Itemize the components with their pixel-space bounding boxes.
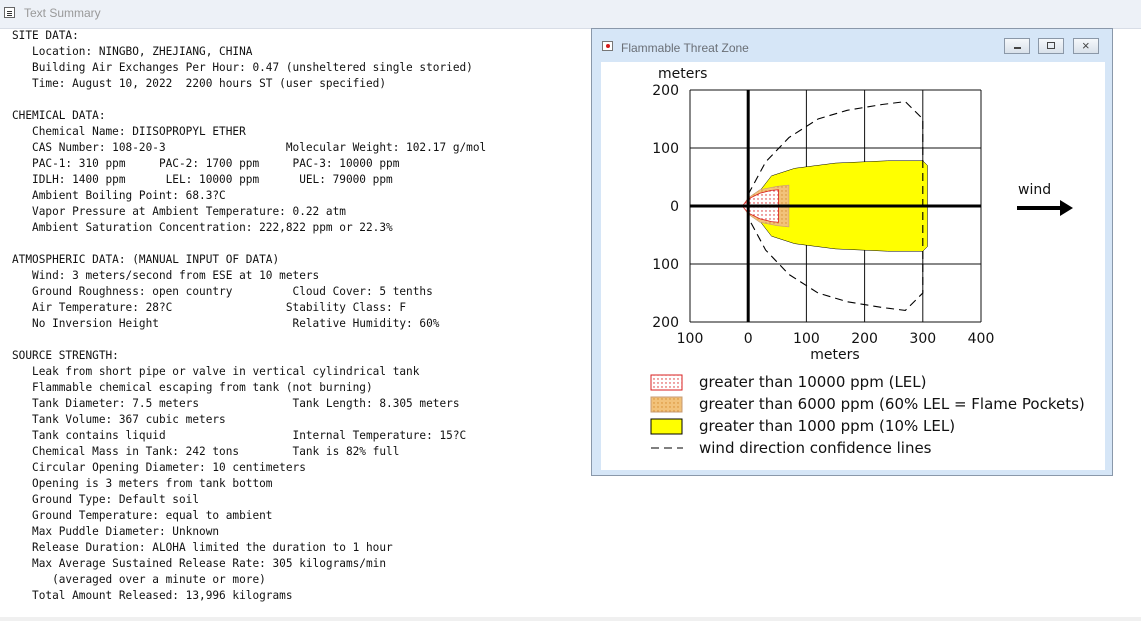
summary-line: PAC-1: 310 ppm PAC-2: 1700 ppm PAC-3: 10… xyxy=(12,157,400,170)
summary-line: Air Temperature: 28?C Stability Class: F xyxy=(12,301,407,314)
wind-label: wind xyxy=(1018,182,1051,198)
minimize-button[interactable] xyxy=(1004,38,1030,54)
close-icon: × xyxy=(1082,38,1090,53)
x-tick-label: 100 xyxy=(793,331,820,347)
close-button[interactable]: × xyxy=(1073,38,1099,54)
minimize-icon xyxy=(1014,47,1021,49)
summary-line: CAS Number: 108-20-3 Molecular Weight: 1… xyxy=(12,141,487,154)
summary-line: Tank Diameter: 7.5 meters Tank Length: 8… xyxy=(12,397,460,410)
child-window-title: Flammable Threat Zone xyxy=(621,41,749,55)
summary-line: SOURCE STRENGTH: xyxy=(12,349,119,362)
main-window-title: Text Summary xyxy=(24,6,101,20)
x-tick-label: 0 xyxy=(744,331,753,347)
flammable-threat-zone-window[interactable]: Flammable Threat Zone × meters 200 100 0… xyxy=(591,28,1113,476)
summary-line: Ground Roughness: open country Cloud Cov… xyxy=(12,285,433,298)
summary-line: Max Puddle Diameter: Unknown xyxy=(12,525,220,538)
main-title-bar[interactable]: Text Summary xyxy=(0,0,1141,29)
summary-line: CHEMICAL DATA: xyxy=(12,109,106,122)
summary-line: IDLH: 1400 ppm LEL: 10000 ppm UEL: 79000… xyxy=(12,173,393,186)
summary-line: Max Average Sustained Release Rate: 305 … xyxy=(12,557,387,570)
text-summary: SITE DATA: Location: NINGBO, ZHEJIANG, C… xyxy=(12,28,602,618)
child-title-bar[interactable]: Flammable Threat Zone × xyxy=(592,29,1112,62)
summary-line: Tank Volume: 367 cubic meters xyxy=(12,413,226,426)
summary-line: Opening is 3 meters from tank bottom xyxy=(12,477,273,490)
y-tick-label: 100 xyxy=(652,257,679,273)
threat-zone-chart: meters2001000100200100 0 100 200 300 400meter… xyxy=(650,66,1085,457)
summary-line: No Inversion Height Relative Humidity: 6… xyxy=(12,317,440,330)
summary-line: Wind: 3 meters/second from ESE at 10 met… xyxy=(12,269,320,282)
x-tick-label: 300 xyxy=(909,331,936,347)
legend-text: greater than 1000 ppm (10% LEL) xyxy=(699,417,955,435)
summary-line: Ground Type: Default soil xyxy=(12,493,200,506)
legend-text: wind direction confidence lines xyxy=(699,439,932,457)
maximize-icon xyxy=(1047,42,1055,49)
summary-line: Ambient Boiling Point: 68.3?C xyxy=(12,189,226,202)
summary-line xyxy=(12,332,602,348)
y-tick-label: 0 xyxy=(670,199,679,215)
legend-text: greater than 6000 ppm (60% LEL = Flame P… xyxy=(699,395,1085,413)
summary-line: Chemical Name: DIISOPROPYL ETHER xyxy=(12,125,246,138)
x-tick-label: 100 xyxy=(677,331,704,347)
maximize-button[interactable] xyxy=(1038,38,1064,54)
text-document-icon xyxy=(4,7,15,18)
summary-line: Location: NINGBO, ZHEJIANG, CHINA xyxy=(12,45,253,58)
summary-line: Ground Temperature: equal to ambient xyxy=(12,509,273,522)
threat-zone-plot: meters 200 100 0 100 200 100 0 100 200 300 400 meter… xyxy=(601,62,1105,470)
summary-line: (averaged over a minute or more) xyxy=(12,573,266,586)
summary-line: Release Duration: ALOHA limited the dura… xyxy=(12,541,393,554)
x-tick-label: 200 xyxy=(851,331,878,347)
summary-line: SITE DATA: xyxy=(12,29,79,42)
y-tick-label: 200 xyxy=(652,315,679,331)
legend-orange-swatch xyxy=(650,396,683,413)
wind-arrow-head xyxy=(1060,200,1073,216)
summary-line: Vapor Pressure at Ambient Temperature: 0… xyxy=(12,205,346,218)
summary-line: Flammable chemical escaping from tank (n… xyxy=(12,381,373,394)
y-tick-label: 100 xyxy=(652,141,679,157)
summary-line xyxy=(12,92,602,108)
x-axis-label: meters xyxy=(810,347,859,363)
summary-line: Chemical Mass in Tank: 242 tons Tank is … xyxy=(12,445,400,458)
summary-line: ATMOSPHERIC DATA: (MANUAL INPUT OF DATA) xyxy=(12,253,280,266)
threat-zone-icon xyxy=(602,41,613,51)
legend-red-swatch xyxy=(650,374,683,391)
legend-yellow-swatch xyxy=(650,418,683,435)
summary-line: Tank contains liquid Internal Temperatur… xyxy=(12,429,467,442)
y-axis-label: meters xyxy=(658,66,707,82)
axes-layer xyxy=(690,90,1073,322)
status-bar xyxy=(0,617,1141,621)
summary-line: Time: August 10, 2022 2200 hours ST (use… xyxy=(12,77,387,90)
summary-line xyxy=(12,236,602,252)
y-tick-label: 200 xyxy=(652,83,679,99)
x-tick-label: 400 xyxy=(968,331,995,347)
summary-line: Circular Opening Diameter: 10 centimeter… xyxy=(12,461,306,474)
summary-line: Leak from short pipe or valve in vertica… xyxy=(12,365,420,378)
summary-line: Total Amount Released: 13,996 kilograms xyxy=(12,589,293,602)
legend-text: greater than 10000 ppm (LEL) xyxy=(699,373,926,391)
text-summary-window: Text Summary SITE DATA: Location: NINGBO… xyxy=(0,0,1141,621)
summary-line: Building Air Exchanges Per Hour: 0.47 (u… xyxy=(12,61,473,74)
summary-line: Ambient Saturation Concentration: 222,82… xyxy=(12,221,393,234)
legend-layer: greater than 10000 ppm (LEL) greater than… xyxy=(650,373,1085,457)
